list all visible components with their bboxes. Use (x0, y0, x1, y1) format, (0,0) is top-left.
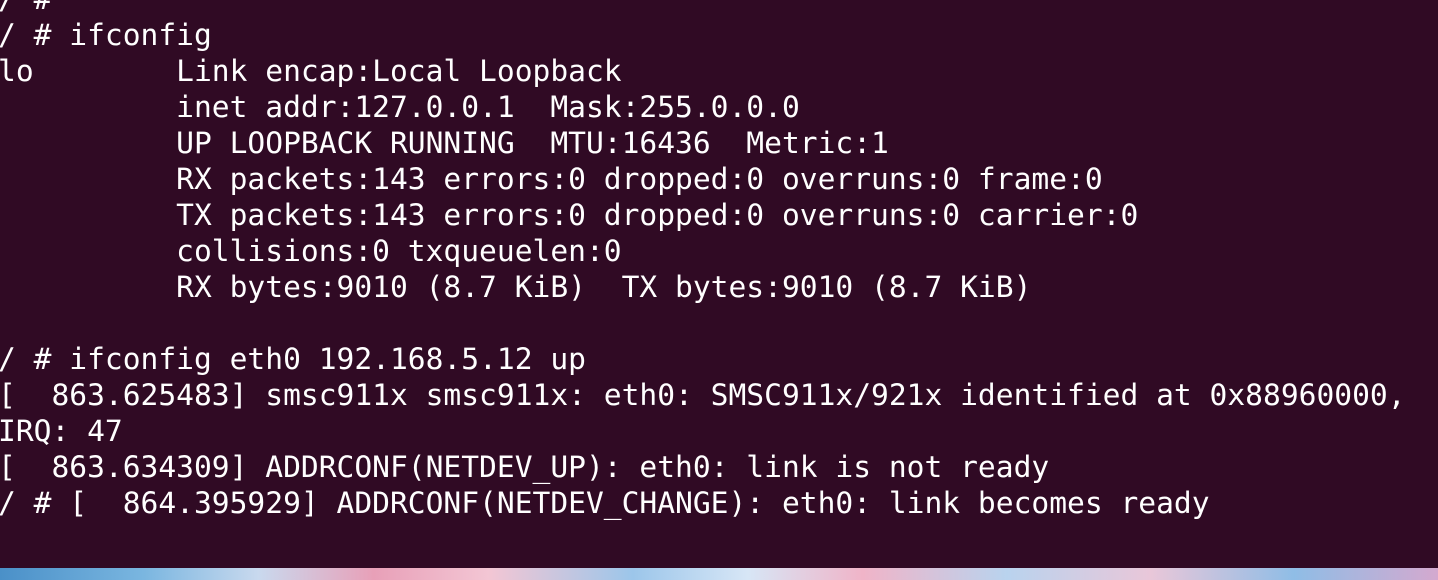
terminal-line: / # (0, 0, 1406, 17)
terminal-line: inet addr:127.0.0.1 Mask:255.0.0.0 (0, 90, 800, 124)
terminal-line: RX bytes:9010 (8.7 KiB) TX bytes:9010 (8… (0, 270, 1032, 304)
terminal-line: RX packets:143 errors:0 dropped:0 overru… (0, 162, 1103, 196)
terminal-line: lo Link encap:Local Loopback (0, 54, 622, 88)
terminal-line: [ 863.625483] smsc911x smsc911x: eth0: S… (0, 378, 1406, 412)
terminal-line: UP LOOPBACK RUNNING MTU:16436 Metric:1 (0, 126, 889, 160)
terminal-line: / # ifconfig (0, 18, 212, 52)
terminal-line: [ 863.634309] ADDRCONF(NETDEV_UP): eth0:… (0, 450, 1050, 484)
terminal-window[interactable]: / # / # ifconfig lo Link encap:Local Loo… (0, 0, 1438, 568)
terminal-line: IRQ: 47 (0, 414, 123, 448)
terminal-line: / # [ 864.395929] ADDRCONF(NETDEV_CHANGE… (0, 486, 1210, 520)
terminal-line: / # ifconfig eth0 192.168.5.12 up (0, 342, 586, 376)
terminal-line: TX packets:143 errors:0 dropped:0 overru… (0, 198, 1139, 232)
terminal-line: collisions:0 txqueuelen:0 (0, 234, 622, 268)
desktop-wallpaper (0, 568, 1438, 580)
terminal-output: / # / # ifconfig lo Link encap:Local Loo… (0, 0, 1406, 521)
